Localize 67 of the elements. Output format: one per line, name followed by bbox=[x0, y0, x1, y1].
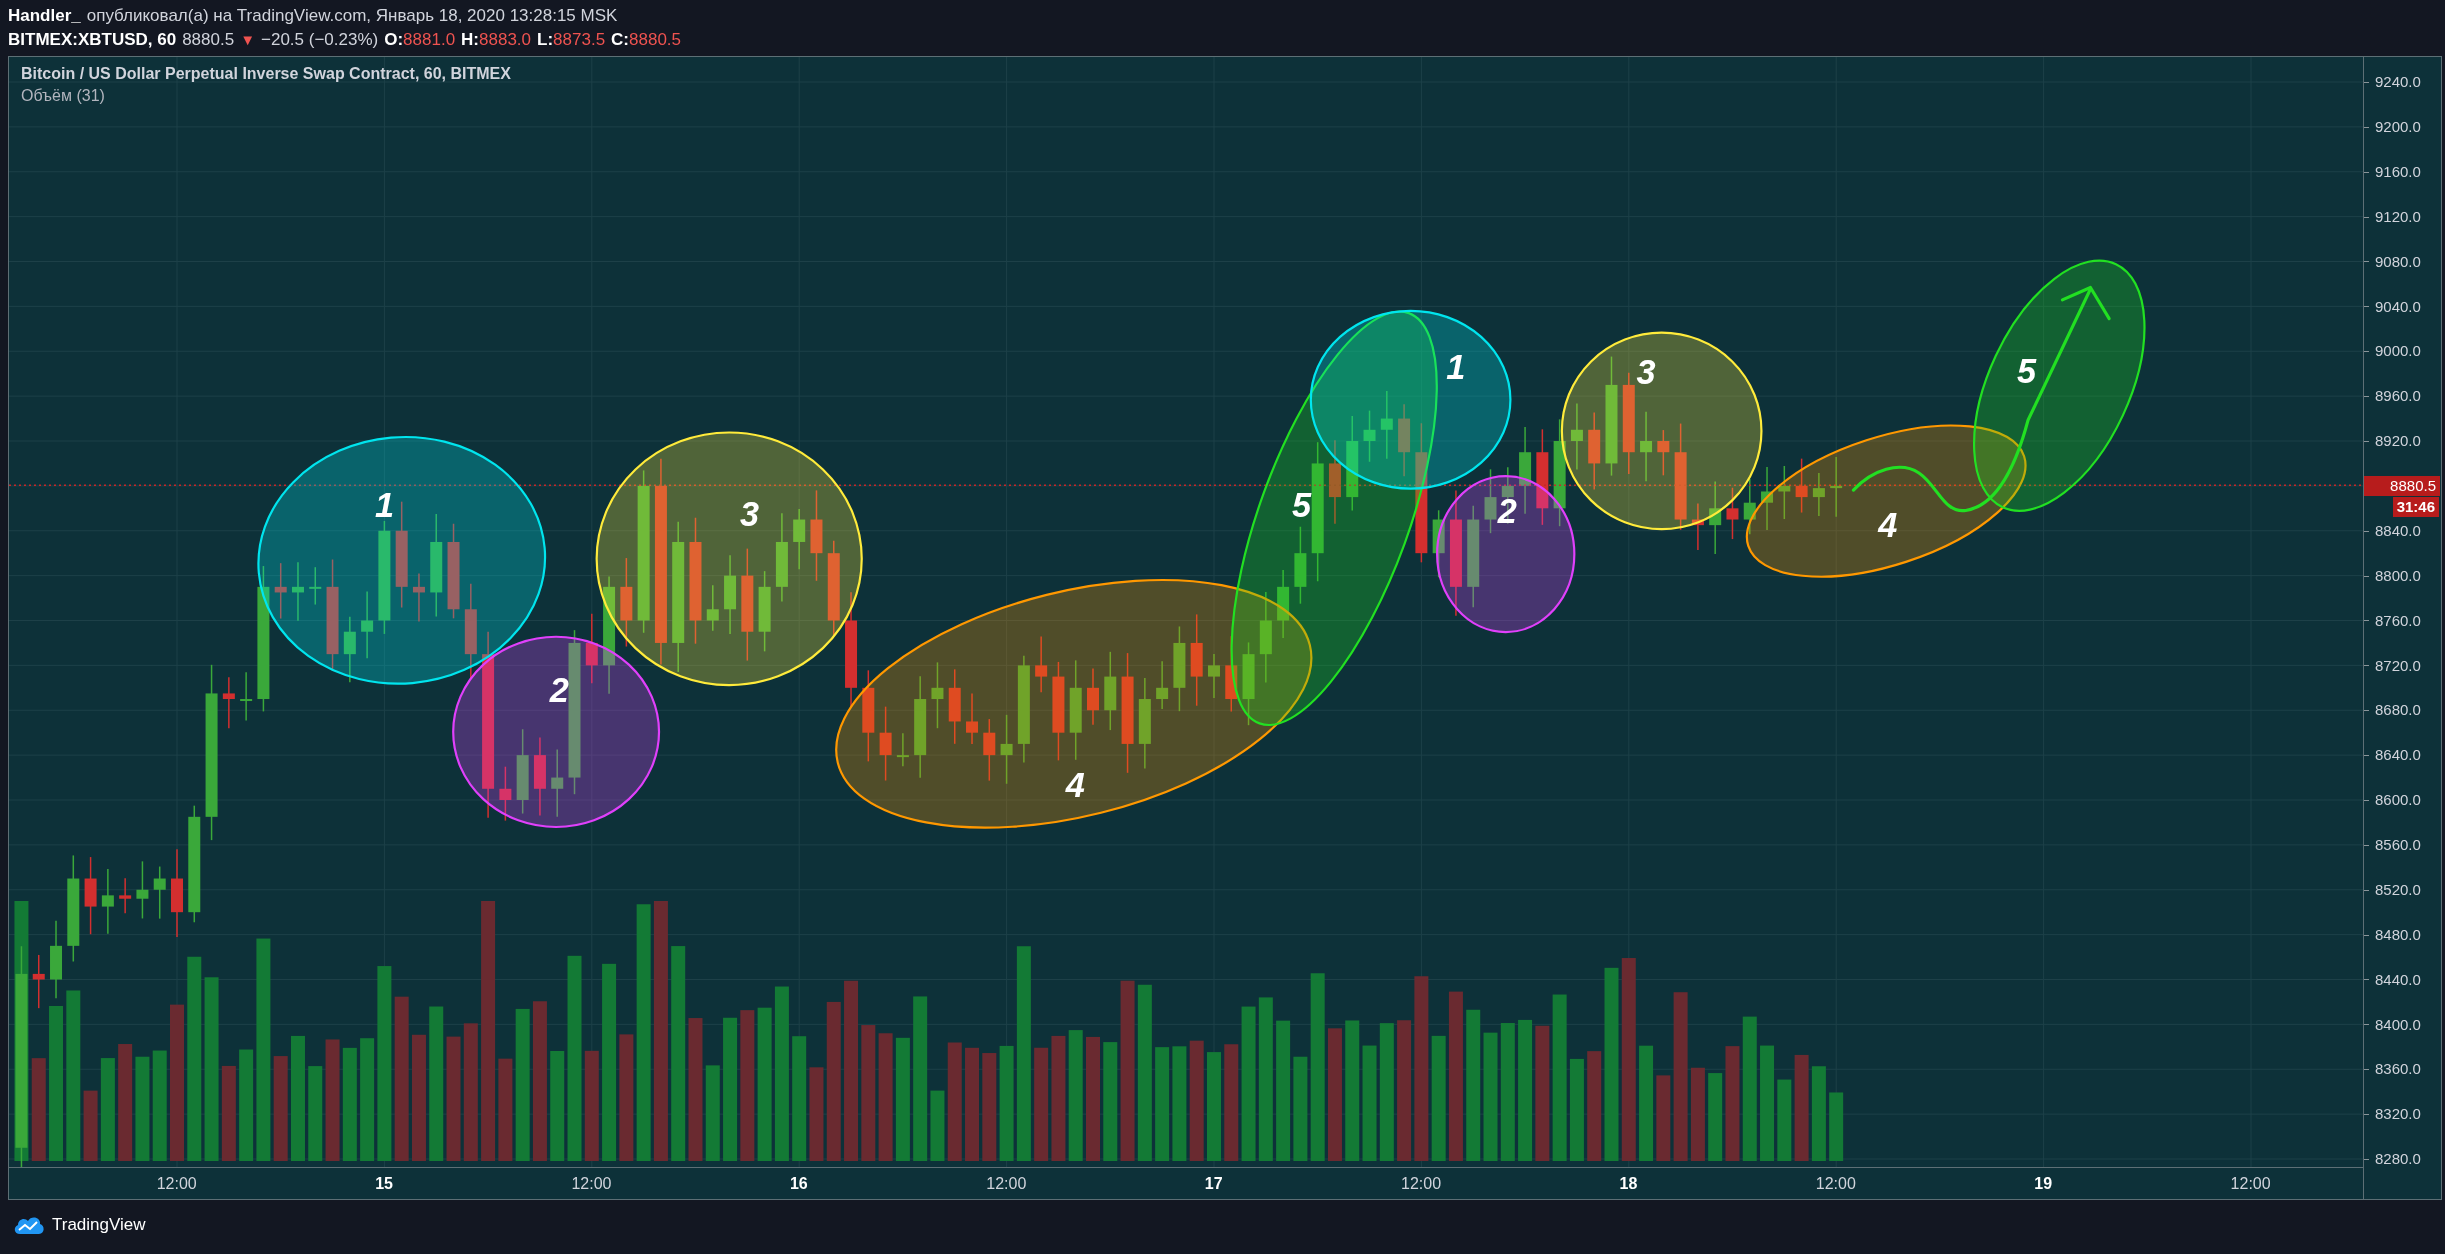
price-tick-label: 8680.0 bbox=[2375, 700, 2421, 721]
ohlc-key: O: bbox=[384, 28, 404, 52]
indicator-label: Объём (31) bbox=[21, 86, 106, 106]
time-tick-label: 12:00 bbox=[571, 1173, 612, 1194]
price-tick-label: 8320.0 bbox=[2375, 1104, 2421, 1125]
chart-title: Bitcoin / US Dollar Perpetual Inverse Swap Contract, 60, BITMEX bbox=[21, 64, 511, 84]
price-change: −20.5 (−0.23%) bbox=[261, 29, 379, 51]
ohlc-value: 8880.5 bbox=[629, 29, 682, 51]
ohlc-value: 8883.0 bbox=[479, 29, 532, 51]
time-tick-label: 12:00 bbox=[986, 1173, 1027, 1194]
price-tick-label: 8440.0 bbox=[2375, 969, 2421, 990]
time-tick-label: 12:00 bbox=[1401, 1173, 1442, 1194]
chart-plot[interactable]: 1 2 3 4 5 1 2 3 4 5 Bitcoin / US Dollar Perpetual Inverse Swap Contract, 60, BITMEX Объём (31) bbox=[9, 57, 2363, 1167]
price-tick-label: 9000.0 bbox=[2375, 341, 2421, 362]
wave-label: 4 bbox=[1878, 505, 1898, 544]
wave-label: 2 bbox=[549, 671, 569, 710]
wave-label: 4 bbox=[1065, 766, 1085, 805]
time-tick-label: 16 bbox=[789, 1173, 808, 1194]
price-tick-label: 8800.0 bbox=[2375, 565, 2421, 586]
price-tick-label: 8480.0 bbox=[2375, 924, 2421, 945]
last-price-tag: 8880.5 bbox=[2364, 476, 2440, 497]
wave-label: 5 bbox=[2017, 351, 2037, 390]
ohlc-value: 8873.5 bbox=[553, 29, 606, 51]
price-tick-label: 8720.0 bbox=[2375, 655, 2421, 676]
wave-label: 3 bbox=[739, 495, 759, 534]
price-tick-label: 8560.0 bbox=[2375, 835, 2421, 856]
wave-label: 2 bbox=[1497, 491, 1517, 530]
price-tick-label: 8640.0 bbox=[2375, 745, 2421, 766]
bar-countdown-tag: 31:46 bbox=[2392, 496, 2439, 517]
time-tick-label: 18 bbox=[1619, 1173, 1638, 1194]
price-axis[interactable]: 9240.0 9200.0 9160.0 9120.0 9080.0 9040.0 9000.0 8960.0 8920.0 8880.5 31:46 8840.0 8800.0 8760.0 8720.0 8680.0 8640.0 8600.0 8560.0 8520.0 8480.0 8440.0 8400.0 8360.0 8320.0 8280.0 bbox=[2363, 57, 2441, 1199]
ohlc-value: 8881.0 bbox=[403, 29, 456, 51]
wave-label: 1 bbox=[375, 485, 395, 524]
symbol-title: BITMEX:XBTUSD, 60 bbox=[8, 29, 177, 51]
price-tick-label: 8520.0 bbox=[2375, 879, 2421, 900]
price-tick-label: 8360.0 bbox=[2375, 1059, 2421, 1080]
publish-info: опубликовал(а) на TradingView.com, Январь 18, 2020 13:28:15 MSK bbox=[86, 5, 618, 27]
wave-label: 3 bbox=[1636, 353, 1656, 392]
price-tick-label: 9200.0 bbox=[2375, 117, 2421, 138]
wave-label: 5 bbox=[1291, 485, 1311, 524]
price-tick-label: 9160.0 bbox=[2375, 161, 2421, 182]
price-tick-label: 8280.0 bbox=[2375, 1149, 2421, 1170]
down-arrow-icon: ▼ bbox=[240, 28, 255, 52]
time-tick-label: 15 bbox=[375, 1173, 393, 1194]
price-tick-label: 8600.0 bbox=[2375, 790, 2421, 811]
time-axis[interactable]: 12:00 15 12:00 16 12:00 17 12:00 18 12:00 19 12:00 bbox=[9, 1167, 2363, 1199]
time-tick-label: 17 bbox=[1204, 1173, 1223, 1194]
price-tick-label: 8960.0 bbox=[2375, 386, 2421, 407]
time-tick-label: 12:00 bbox=[156, 1173, 197, 1194]
last-price: 8880.5 bbox=[182, 29, 235, 51]
brand-name[interactable]: TradingView bbox=[52, 1212, 146, 1238]
price-tick-label: 9080.0 bbox=[2375, 251, 2421, 272]
price-tick-label: 8760.0 bbox=[2375, 610, 2421, 631]
time-tick-label: 12:00 bbox=[2230, 1173, 2271, 1194]
price-tick-label: 9040.0 bbox=[2375, 296, 2421, 317]
ohlc-key: C: bbox=[611, 28, 630, 52]
wave-label: 1 bbox=[1446, 348, 1466, 387]
price-tick-label: 9240.0 bbox=[2375, 72, 2421, 93]
ohlc-key: L: bbox=[537, 28, 554, 52]
author-name[interactable]: Handler_ bbox=[8, 4, 81, 28]
time-tick-label: 12:00 bbox=[1815, 1173, 1856, 1194]
price-tick-label: 9120.0 bbox=[2375, 206, 2421, 227]
price-tick-label: 8400.0 bbox=[2375, 1014, 2421, 1035]
price-tick-label: 8840.0 bbox=[2375, 520, 2421, 541]
ohlc-key: H: bbox=[461, 28, 480, 52]
time-tick-label: 19 bbox=[2034, 1173, 2053, 1194]
price-tick-label: 8920.0 bbox=[2375, 431, 2421, 452]
